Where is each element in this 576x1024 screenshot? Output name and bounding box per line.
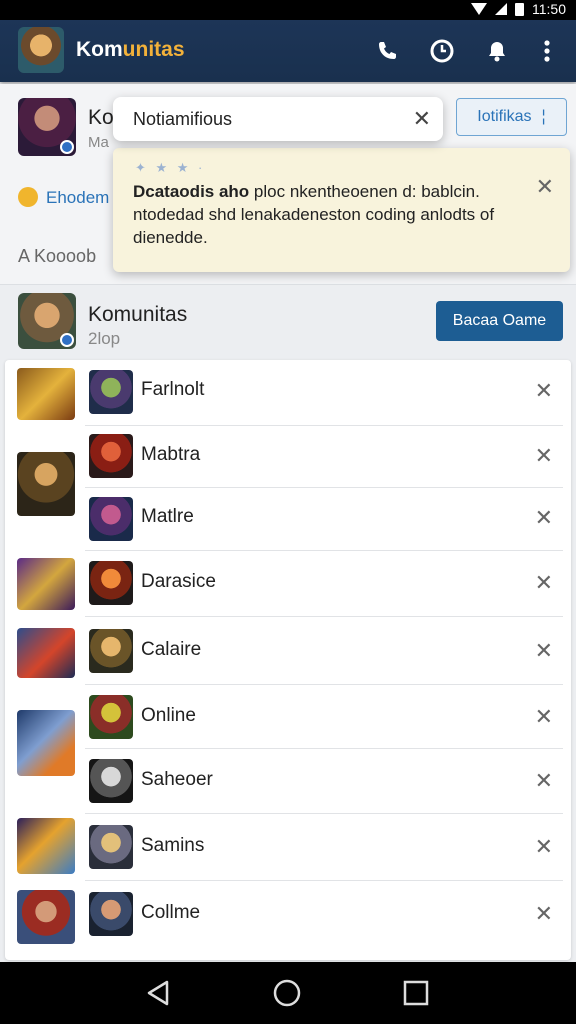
app-title: Komunitas bbox=[76, 38, 185, 61]
list-item-label: Darasice bbox=[141, 571, 216, 592]
list-item-label: Collme bbox=[141, 902, 201, 923]
remove-icon[interactable]: ✕ bbox=[535, 901, 553, 927]
remove-icon[interactable]: ✕ bbox=[535, 704, 553, 730]
game-icon bbox=[89, 370, 133, 414]
status-bar: 11:50 bbox=[0, 0, 576, 20]
list-item-label: Calaire bbox=[141, 639, 202, 660]
community-title: Komunitas bbox=[88, 303, 188, 326]
verified-badge-icon bbox=[60, 140, 74, 154]
more-vert-icon[interactable] bbox=[532, 36, 562, 66]
list-item-label: Matlre bbox=[141, 506, 194, 527]
app-bar: Komunitas bbox=[0, 20, 576, 82]
game-icon bbox=[89, 759, 133, 803]
home-icon[interactable] bbox=[272, 978, 302, 1008]
community-row: Komunitas 2lop Bacaa Oame bbox=[0, 284, 576, 356]
profile-meta: A Koooob bbox=[18, 246, 97, 266]
community-avatar[interactable] bbox=[18, 293, 76, 349]
remove-icon[interactable]: ✕ bbox=[535, 834, 553, 860]
list-item-label: Saheoer bbox=[141, 769, 213, 790]
notifications-button[interactable]: Iotifikas ¦ bbox=[456, 98, 567, 136]
remove-icon[interactable]: ✕ bbox=[535, 768, 553, 794]
game-icon bbox=[89, 892, 133, 936]
list-item[interactable]: Mabtra ✕ bbox=[5, 426, 571, 488]
app-logo bbox=[18, 27, 64, 73]
screen: 11:50 Komunitas Ko Ma Ehodem A Koooob Io… bbox=[0, 0, 576, 1024]
remove-icon[interactable]: ✕ bbox=[535, 505, 553, 531]
list-item[interactable]: Farlnolt ✕ bbox=[5, 360, 571, 426]
remove-icon[interactable]: ✕ bbox=[535, 570, 553, 596]
status-time: 11:50 bbox=[532, 1, 566, 17]
popup-label: Notiamifious bbox=[133, 109, 233, 129]
remove-icon[interactable]: ✕ bbox=[535, 638, 553, 664]
list-item[interactable]: Calaire ✕ bbox=[5, 617, 571, 685]
game-icon bbox=[89, 825, 133, 869]
community-subtitle: 2lop bbox=[88, 329, 121, 348]
clock-icon[interactable] bbox=[427, 36, 457, 66]
list-item[interactable]: Matlre ✕ bbox=[5, 488, 571, 551]
list-item[interactable]: Online ✕ bbox=[5, 685, 571, 749]
list-item[interactable]: Collme ✕ bbox=[5, 881, 571, 947]
game-icon bbox=[89, 561, 133, 605]
avatar[interactable] bbox=[18, 98, 76, 156]
game-list: Farlnolt ✕ Mabtra ✕ Matlre ✕ Darasice ✕ … bbox=[5, 360, 571, 960]
list-item[interactable]: Saheoer ✕ bbox=[5, 749, 571, 814]
coin-icon bbox=[18, 187, 38, 207]
close-icon[interactable]: ✕ bbox=[413, 106, 431, 132]
tooltip-text: Dcataodis aho ploc nkentheoenen d: bablc… bbox=[133, 182, 495, 247]
game-icon bbox=[89, 629, 133, 673]
game-icon bbox=[89, 497, 133, 541]
verified-badge-icon bbox=[60, 333, 74, 347]
profile-name: Ko bbox=[88, 106, 114, 129]
game-icon bbox=[89, 434, 133, 478]
rating-stars-icon: ✦ ★ ★ · bbox=[135, 160, 206, 175]
remove-icon[interactable]: ✕ bbox=[535, 443, 553, 469]
recents-icon[interactable] bbox=[401, 978, 431, 1008]
list-item-label: Farlnolt bbox=[141, 379, 205, 400]
game-icon bbox=[89, 695, 133, 739]
wifi-icon bbox=[471, 3, 487, 15]
list-item-label: Online bbox=[141, 705, 196, 726]
remove-icon[interactable]: ✕ bbox=[535, 378, 553, 404]
list-item-label: Mabtra bbox=[141, 444, 201, 465]
primary-action-button[interactable]: Bacaa Oame bbox=[436, 301, 563, 341]
phone-icon[interactable] bbox=[372, 36, 402, 66]
profile-subtitle: Ma bbox=[88, 134, 109, 151]
notifications-popup[interactable]: Notiamifious ✕ bbox=[113, 97, 443, 141]
back-icon[interactable] bbox=[143, 978, 173, 1008]
list-item-label: Samins bbox=[141, 835, 205, 856]
list-item[interactable]: Darasice ✕ bbox=[5, 551, 571, 617]
list-item[interactable]: Samins ✕ bbox=[5, 814, 571, 881]
info-tooltip: ✦ ★ ★ · Dcataodis aho ploc nkentheoenen … bbox=[113, 148, 570, 272]
navigation-bar bbox=[0, 962, 576, 1024]
signal-icon bbox=[495, 3, 507, 15]
close-icon[interactable]: ✕ bbox=[536, 174, 554, 200]
badge-link[interactable]: Ehodem bbox=[46, 188, 109, 208]
battery-icon bbox=[515, 2, 524, 16]
notif-button-icon: ¦ bbox=[541, 108, 546, 125]
bell-icon[interactable] bbox=[482, 36, 512, 66]
